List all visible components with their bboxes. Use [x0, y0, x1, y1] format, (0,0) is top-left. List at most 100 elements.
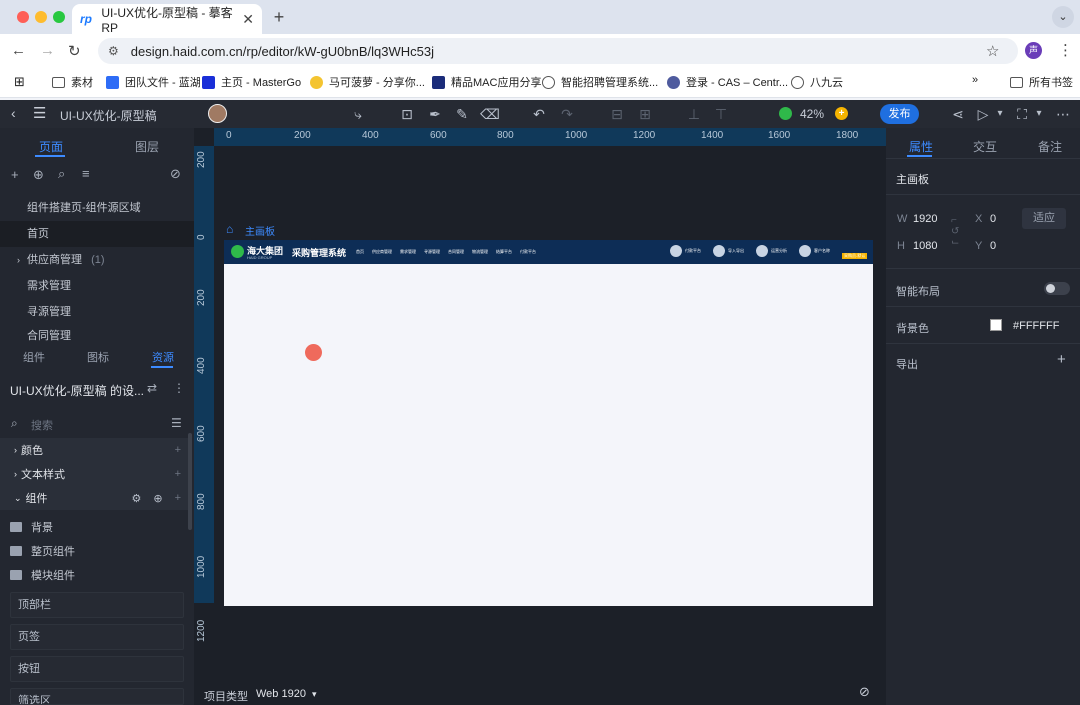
banner-menu-item[interactable]: 付款平台 — [520, 249, 536, 255]
scrollbar[interactable] — [188, 433, 192, 530]
bookmark-item[interactable]: 登录 - CAS – Centr... — [667, 74, 788, 90]
folder-item[interactable]: 整页组件 — [10, 543, 75, 559]
back-icon[interactable]: ← — [11, 42, 26, 59]
y-input[interactable]: 0 — [990, 240, 996, 252]
compass-icon[interactable]: ⊘ — [859, 684, 870, 700]
banner-action[interactable]: 导入导出 — [713, 245, 744, 257]
minimize-window-button[interactable] — [35, 11, 47, 23]
menu-icon[interactable]: ☰ — [33, 104, 46, 122]
reload-icon[interactable]: ↻ — [68, 42, 81, 60]
connector-tool-icon[interactable]: ⤷ — [348, 104, 368, 124]
close-tab-icon[interactable]: ✕ — [242, 11, 254, 28]
bookmark-item[interactable]: 主页 - MasterGo — [202, 74, 301, 90]
background-color-value[interactable]: #FFFFFF — [1013, 320, 1059, 332]
group-icon[interactable]: ⊟ — [607, 104, 627, 124]
preview-dropdown-icon[interactable]: ▾ — [990, 104, 1010, 124]
banner-menu-item[interactable]: 寻源管理 — [424, 249, 440, 255]
page-item-supplier[interactable]: › 供应商管理 (1) — [0, 247, 194, 273]
width-input[interactable]: 1920 — [913, 213, 937, 225]
browser-menu-icon[interactable]: ⋮ — [1058, 41, 1073, 59]
resource-search-input[interactable]: 搜索 — [31, 417, 53, 433]
delete-icon[interactable]: ⊘ — [170, 166, 181, 182]
profile-avatar[interactable]: 声 — [1025, 42, 1042, 59]
new-tab-button[interactable]: + — [268, 6, 290, 28]
page-item[interactable]: 寻源管理 — [0, 299, 194, 325]
project-title[interactable]: UI-UX优化-原型稿 — [60, 107, 157, 124]
zoom-in-button[interactable]: + — [835, 107, 848, 120]
page-item[interactable]: 需求管理 — [0, 273, 194, 299]
artboard-label[interactable]: 主画板 — [245, 223, 275, 238]
project-type-select[interactable]: Web 1920 ▾ — [256, 688, 316, 700]
tab-components[interactable]: 组件 — [23, 349, 45, 365]
search-icon[interactable]: ⌕ — [58, 166, 65, 182]
switch-library-icon[interactable]: ⇄ — [147, 381, 157, 395]
page-item-home[interactable]: 首页 — [0, 221, 194, 247]
more-bookmarks-icon[interactable]: » — [972, 74, 978, 86]
fullscreen-dropdown-icon[interactable]: ▾ — [1029, 104, 1049, 124]
bookmark-item[interactable]: 智能招聘管理系统... — [542, 74, 658, 90]
component-item[interactable]: 筛选区 — [10, 688, 184, 705]
artboard[interactable] — [224, 240, 873, 606]
align-top-icon[interactable]: ⊤ — [711, 104, 731, 124]
artboard-tool-icon[interactable]: ⊡ — [397, 104, 417, 124]
height-input[interactable]: 1080 — [913, 240, 937, 252]
bookmark-star-icon[interactable]: ☆ — [986, 42, 999, 60]
banner-menu-item[interactable]: 合同管理 — [448, 249, 464, 255]
section-text-styles[interactable]: › 文本样式 + — [0, 462, 190, 486]
bookmark-item[interactable]: 团队文件 - 蓝湖 — [106, 74, 201, 90]
bookmark-item[interactable]: 马可菠萝 - 分享你... — [310, 74, 425, 90]
folder-item[interactable]: 背景 — [10, 519, 53, 535]
add-export-icon[interactable]: + — [1057, 351, 1066, 368]
tab-notes[interactable]: 备注 — [1038, 138, 1062, 155]
apps-grid-icon[interactable]: ⊞ — [14, 74, 25, 90]
eraser-tool-icon[interactable]: ⌫ — [480, 104, 500, 124]
pen-tool-icon[interactable]: ✒ — [425, 104, 445, 124]
pencil-tool-icon[interactable]: ✎ — [452, 104, 472, 124]
bookmark-item[interactable]: 八九云 — [791, 74, 843, 90]
banner-menu-item[interactable]: 首页 — [356, 249, 364, 255]
forward-icon[interactable]: → — [40, 42, 55, 59]
component-item[interactable]: 按钮 — [10, 656, 184, 682]
tab-resources[interactable]: 资源 — [152, 349, 174, 365]
banner-menu-item[interactable]: 供应商管理 — [372, 249, 392, 255]
banner-action[interactable]: 付款平台 — [670, 245, 701, 257]
page-item[interactable]: 合同管理 — [0, 325, 194, 341]
add-folder-icon[interactable]: ⊕ — [33, 167, 44, 183]
redo-icon[interactable]: ↷ — [557, 104, 577, 124]
banner-action[interactable]: 客户名称 — [799, 245, 830, 257]
banner-action[interactable]: 运营分析 — [756, 245, 787, 257]
tab-interactions[interactable]: 交互 — [973, 138, 997, 155]
tab-icons[interactable]: 图标 — [87, 349, 109, 365]
address-bar[interactable]: ⚙ design.haid.com.cn/rp/editor/kW-gU0bnB… — [98, 38, 1018, 64]
user-avatar[interactable] — [208, 104, 227, 123]
align-center-icon[interactable]: ⊥ — [684, 104, 704, 124]
smart-layout-toggle[interactable] — [1044, 282, 1070, 295]
x-input[interactable]: 0 — [990, 213, 996, 225]
component-item[interactable]: 页签 — [10, 624, 184, 650]
background-color-swatch[interactable] — [990, 319, 1002, 331]
tab-layers[interactable]: 图层 — [135, 138, 159, 155]
list-view-icon[interactable]: ☰ — [171, 416, 182, 430]
add-page-icon[interactable]: + — [11, 167, 19, 182]
banner-menu-item[interactable]: 结算平台 — [496, 249, 512, 255]
banner-menu-item[interactable]: 物流管理 — [472, 249, 488, 255]
zoom-out-button[interactable] — [779, 107, 792, 120]
fit-button[interactable]: 适应 — [1022, 208, 1066, 229]
library-title[interactable]: UI-UX优化-原型稿 的设... — [10, 382, 144, 399]
library-menu-icon[interactable]: ⋮ — [173, 381, 185, 395]
site-settings-icon[interactable]: ⚙ — [108, 44, 119, 58]
zoom-level[interactable]: 42% — [800, 107, 824, 121]
share-icon[interactable]: ⋖ — [948, 104, 968, 124]
section-components[interactable]: ⌄ 组件 ⚙ ⊕ + — [0, 486, 190, 510]
tab-search-button[interactable]: ⌄ — [1052, 6, 1074, 28]
page-item[interactable]: 组件搭建页-组件源区域 — [0, 195, 194, 221]
sort-icon[interactable]: ≡ — [82, 166, 90, 181]
maximize-window-button[interactable] — [53, 11, 65, 23]
banner-menu-item[interactable]: 需求管理 — [400, 249, 416, 255]
browser-tab[interactable]: rp UI-UX优化-原型稿 - 摹客RP ✕ — [72, 4, 262, 35]
ungroup-icon[interactable]: ⊞ — [635, 104, 655, 124]
artboard-top-banner[interactable]: 海大集团 HAID GROUP 采购管理系统 首页 供应商管理 需求管理 寻源管理 合同… — [224, 240, 873, 264]
tab-pages[interactable]: 页面 — [39, 138, 63, 155]
tab-properties[interactable]: 属性 — [909, 138, 933, 155]
section-colors[interactable]: › 颜色 + — [0, 438, 190, 462]
